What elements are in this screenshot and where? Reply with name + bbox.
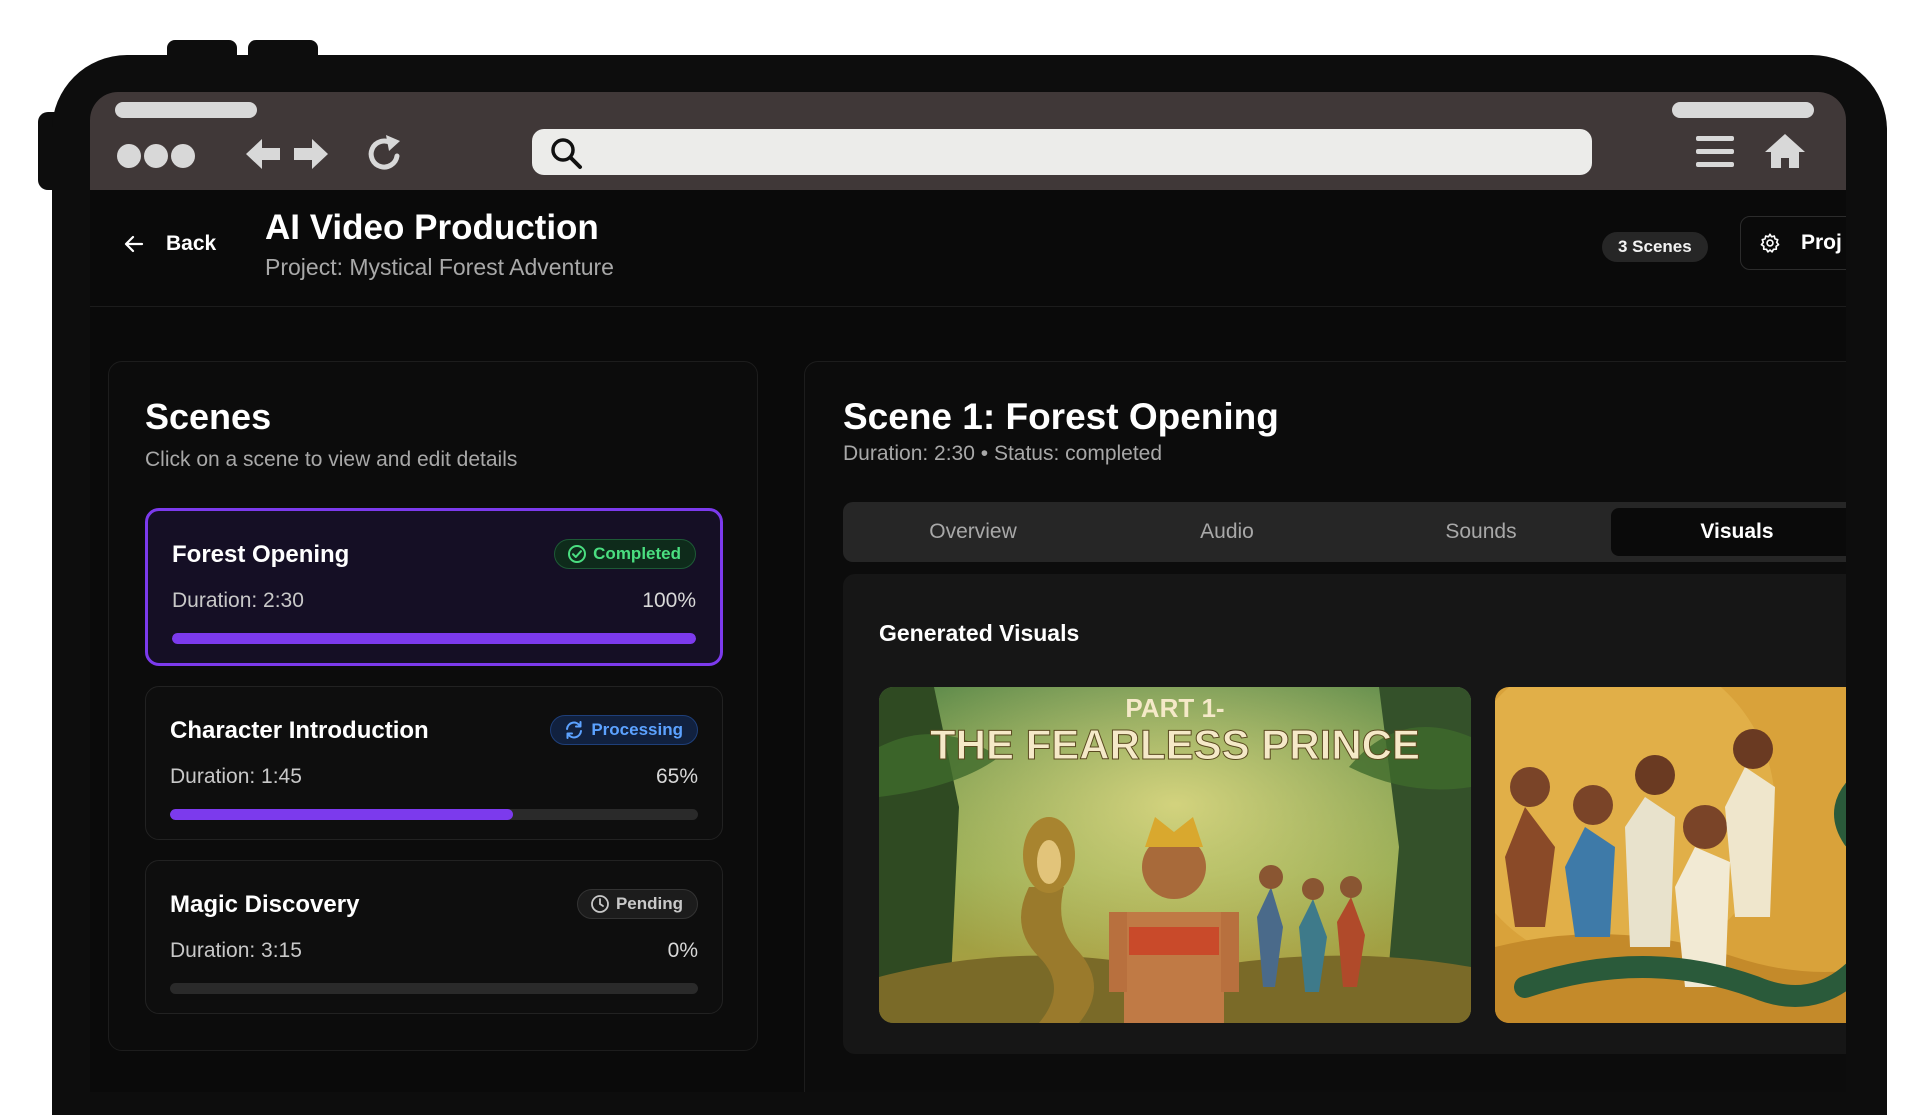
dots-icon[interactable] — [144, 144, 168, 168]
scene-card-magic-discovery[interactable]: Magic Discovery Pending Duration: 3:15 0… — [145, 860, 723, 1014]
scene-card-forest-opening[interactable]: Forest Opening Completed Duration: 2:30 … — [145, 508, 723, 666]
visual-thumbnail[interactable] — [1495, 687, 1846, 1023]
forest-prince-image: PART 1- THE FEARLESS PRINCE — [879, 687, 1471, 1023]
progress-fill — [170, 809, 514, 820]
arrow-left-icon — [124, 235, 144, 253]
tab-overview[interactable]: Overview — [849, 508, 1097, 556]
app-header: Back AI Video Production Project: Mystic… — [90, 190, 1846, 307]
back-arrow-icon[interactable] — [244, 136, 282, 172]
menu-icon[interactable] — [1696, 134, 1736, 170]
image-caption-line1: PART 1- — [1125, 693, 1224, 723]
scene-progress-label: 0% — [667, 939, 698, 962]
status-badge: Completed — [554, 539, 696, 569]
tab-audio[interactable]: Audio — [1103, 508, 1351, 556]
refresh-icon — [566, 721, 583, 739]
window-handle-right — [1672, 102, 1814, 118]
back-button[interactable]: Back — [124, 232, 216, 256]
scenes-panel: Scenes Click on a scene to view and edit… — [108, 361, 758, 1051]
forward-arrow-icon[interactable] — [292, 136, 330, 172]
visuals-title: Generated Visuals — [879, 620, 1080, 646]
url-input[interactable] — [596, 137, 1570, 169]
reload-icon[interactable] — [364, 132, 408, 176]
villagers-cobra-image — [1495, 687, 1846, 1023]
clock-icon — [591, 895, 609, 913]
status-badge: Pending — [576, 889, 698, 919]
project-name: Project: Mystical Forest Adventure — [265, 254, 614, 280]
window-handle-left — [115, 102, 257, 118]
scene-tabs: Overview Audio Sounds Visuals — [843, 502, 1846, 562]
screen: Back AI Video Production Project: Mystic… — [90, 92, 1846, 1092]
scene-name: Magic Discovery — [170, 891, 360, 918]
tab-visuals[interactable]: Visuals — [1611, 508, 1846, 556]
address-bar[interactable] — [532, 129, 1592, 175]
scene-count-badge: 3 Scenes — [1602, 232, 1708, 262]
scene-duration: Duration: 2:30 — [172, 589, 304, 612]
scene-card-character-introduction[interactable]: Character Introduction Processing Durati… — [145, 686, 723, 840]
status-label: Pending — [615, 894, 683, 913]
browser-toolbar — [90, 92, 1846, 190]
progress-bar — [172, 633, 696, 644]
project-settings-button[interactable]: Proj — [1740, 216, 1846, 270]
gear-icon — [1760, 233, 1780, 253]
search-icon — [551, 138, 582, 169]
progress-fill — [172, 633, 696, 644]
scene-duration: Duration: 3:15 — [170, 939, 302, 962]
generated-visuals-section: Generated Visuals PART 1- THE FEARLESS P… — [843, 574, 1846, 1054]
page-title: AI Video Production — [265, 208, 599, 247]
scenes-subtitle: Click on a scene to view and edit detail… — [145, 448, 518, 471]
dots-icon[interactable] — [117, 144, 141, 168]
scenes-title: Scenes — [145, 396, 272, 437]
progress-bar — [170, 983, 698, 994]
project-button-label: Proj — [1801, 231, 1842, 254]
scene-name: Forest Opening — [172, 541, 350, 568]
check-circle-icon — [568, 545, 587, 563]
progress-bar — [170, 809, 698, 820]
back-label: Back — [166, 232, 217, 255]
scene-progress-label: 100% — [642, 589, 696, 612]
dots-icon[interactable] — [171, 144, 195, 168]
tab-sounds[interactable]: Sounds — [1357, 508, 1605, 556]
status-badge: Processing — [550, 715, 698, 745]
scene-name: Character Introduction — [170, 717, 429, 744]
scene-meta: Duration: 2:30 • Status: completed — [843, 442, 1163, 465]
visual-thumbnail[interactable]: PART 1- THE FEARLESS PRINCE — [879, 687, 1471, 1023]
scene-title: Scene 1: Forest Opening — [843, 396, 1279, 437]
status-label: Completed — [593, 544, 681, 563]
status-label: Processing — [591, 720, 683, 739]
scene-duration: Duration: 1:45 — [170, 765, 302, 788]
scene-progress-label: 65% — [655, 765, 698, 788]
image-caption-line2: THE FEARLESS PRINCE — [930, 721, 1420, 768]
scene-detail-panel: Scene 1: Forest Opening Duration: 2:30 •… — [804, 361, 1846, 1092]
home-icon[interactable] — [1764, 132, 1806, 170]
